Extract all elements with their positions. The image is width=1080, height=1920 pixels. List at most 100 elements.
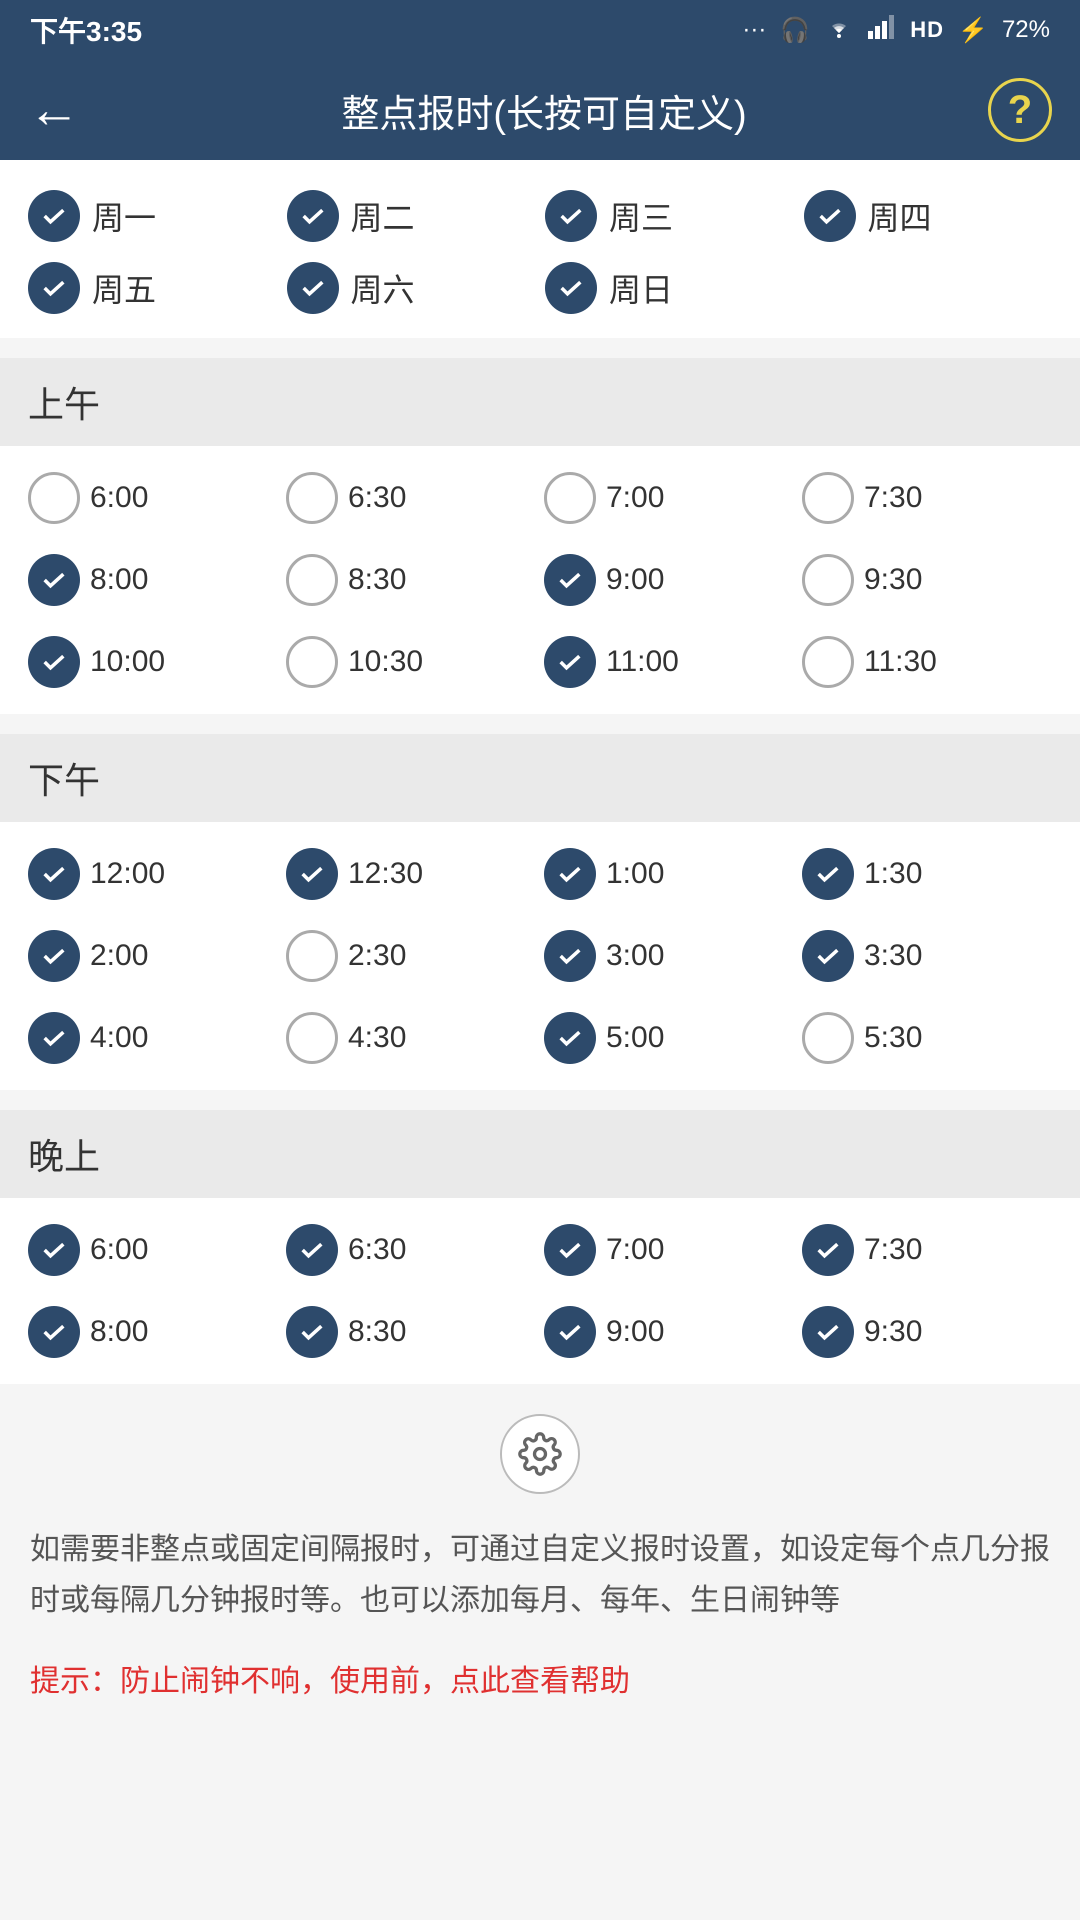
day-chip-thu[interactable]: 周四 (804, 190, 1053, 242)
check-icon (40, 1236, 68, 1264)
time-item[interactable]: 8:00 (28, 546, 278, 614)
time-item[interactable]: 3:00 (544, 922, 794, 990)
time-item[interactable]: 9:00 (544, 546, 794, 614)
time-check-icon (802, 1306, 854, 1358)
time-check-icon (28, 636, 80, 688)
time-item[interactable]: 2:30 (286, 922, 536, 990)
time-item[interactable]: 8:30 (286, 1298, 536, 1366)
time-item[interactable]: 12:00 (28, 840, 278, 908)
day-chip-sat[interactable]: 周六 (287, 262, 536, 314)
time-label: 6:30 (348, 481, 406, 515)
time-item[interactable]: 9:00 (544, 1298, 794, 1366)
section-header-morning: 上午 (0, 358, 1080, 446)
check-icon (556, 1236, 584, 1264)
time-item[interactable]: 9:30 (802, 546, 1052, 614)
time-label: 10:00 (90, 645, 165, 679)
footer-description: 如需要非整点或固定间隔报时，可通过自定义报时设置，如设定每个点几分报时或每隔几分… (0, 1514, 1080, 1646)
time-item[interactable]: 8:00 (28, 1298, 278, 1366)
day-label-fri: 周五 (92, 265, 156, 311)
time-check-icon (28, 1224, 80, 1276)
signal-dots-icon: ··· (742, 16, 766, 44)
time-item[interactable]: 7:30 (802, 1216, 1052, 1284)
back-button[interactable]: ← (28, 70, 100, 150)
check-icon (40, 1318, 68, 1346)
charging-icon: ⚡ (958, 16, 988, 45)
status-icons: ··· 🎧 HD ⚡ 72% (742, 15, 1050, 46)
time-check-icon (544, 930, 596, 982)
day-check-sat (287, 262, 339, 314)
time-label: 6:30 (348, 1233, 406, 1267)
day-check-fri (28, 262, 80, 314)
time-item[interactable]: 7:00 (544, 1216, 794, 1284)
check-icon (299, 202, 327, 230)
time-check-icon (544, 1012, 596, 1064)
time-label: 2:30 (348, 939, 406, 973)
check-icon (298, 1236, 326, 1264)
day-chip-wed[interactable]: 周三 (545, 190, 794, 242)
time-label: 9:30 (864, 1315, 922, 1349)
day-label-tue: 周二 (351, 193, 415, 239)
time-item[interactable]: 11:00 (544, 628, 794, 696)
check-icon (814, 1318, 842, 1346)
section-divider-morning (0, 338, 1080, 358)
time-item[interactable]: 7:00 (544, 464, 794, 532)
time-grid-afternoon: 12:0012:30 1:00 1:30 2:00 2:30 3:00 3:30 4:00 4:… (0, 822, 1080, 1090)
hd-label: HD (910, 17, 944, 43)
day-label-mon: 周一 (92, 193, 156, 239)
time-item[interactable]: 7:30 (802, 464, 1052, 532)
time-item[interactable]: 4:00 (28, 1004, 278, 1072)
status-time: 下午3:35 (30, 10, 142, 50)
time-label: 9:00 (606, 1315, 664, 1349)
time-check-icon (802, 472, 854, 524)
check-icon (557, 274, 585, 302)
help-button[interactable]: ? (988, 78, 1052, 142)
time-item[interactable]: 4:30 (286, 1004, 536, 1072)
time-check-icon (286, 1012, 338, 1064)
day-chip-mon[interactable]: 周一 (28, 190, 277, 242)
check-icon (40, 860, 68, 888)
time-check-icon (544, 472, 596, 524)
check-icon (556, 860, 584, 888)
time-check-icon (544, 554, 596, 606)
time-item[interactable]: 1:00 (544, 840, 794, 908)
time-item[interactable]: 6:00 (28, 1216, 278, 1284)
time-check-icon (802, 1224, 854, 1276)
time-item[interactable]: 8:30 (286, 546, 536, 614)
day-check-sun (545, 262, 597, 314)
time-item[interactable]: 9:30 (802, 1298, 1052, 1366)
time-label: 3:00 (606, 939, 664, 973)
footer-hint[interactable]: 提示：防止闹钟不响，使用前，点此查看帮助 (0, 1646, 1080, 1730)
time-label: 1:00 (606, 857, 664, 891)
time-item[interactable]: 1:30 (802, 840, 1052, 908)
time-item[interactable]: 5:00 (544, 1004, 794, 1072)
time-label: 9:30 (864, 563, 922, 597)
time-item[interactable]: 6:00 (28, 464, 278, 532)
time-item[interactable]: 6:30 (286, 1216, 536, 1284)
time-check-icon (28, 554, 80, 606)
status-bar: 下午3:35 ··· 🎧 HD ⚡ 72% (0, 0, 1080, 60)
time-item[interactable]: 10:00 (28, 628, 278, 696)
time-check-icon (544, 848, 596, 900)
time-item[interactable]: 2:00 (28, 922, 278, 990)
time-label: 4:00 (90, 1021, 148, 1055)
time-item[interactable]: 5:30 (802, 1004, 1052, 1072)
time-label: 9:00 (606, 563, 664, 597)
check-icon (556, 942, 584, 970)
time-check-icon (802, 1012, 854, 1064)
time-label: 10:30 (348, 645, 423, 679)
day-chip-fri[interactable]: 周五 (28, 262, 277, 314)
time-item[interactable]: 6:30 (286, 464, 536, 532)
check-icon (556, 648, 584, 676)
time-label: 8:30 (348, 1315, 406, 1349)
settings-button[interactable] (500, 1414, 580, 1494)
time-item[interactable]: 12:30 (286, 840, 536, 908)
time-item[interactable]: 10:30 (286, 628, 536, 696)
day-check-wed (545, 190, 597, 242)
day-check-thu (804, 190, 856, 242)
check-icon (816, 202, 844, 230)
time-item[interactable]: 3:30 (802, 922, 1052, 990)
day-chip-sun[interactable]: 周日 (545, 262, 794, 314)
day-chip-tue[interactable]: 周二 (287, 190, 536, 242)
section-header-afternoon: 下午 (0, 734, 1080, 822)
time-item[interactable]: 11:30 (802, 628, 1052, 696)
